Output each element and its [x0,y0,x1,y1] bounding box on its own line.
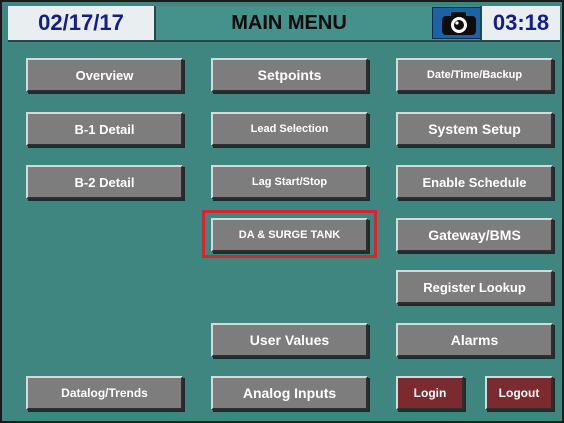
date-time-backup-button[interactable]: Date/Time/Backup [396,58,553,92]
overview-button[interactable]: Overview [26,58,183,92]
logout-button[interactable]: Logout [485,376,553,410]
b1-detail-button[interactable]: B-1 Detail [26,112,183,146]
lag-start-stop-button[interactable]: Lag Start/Stop [211,165,368,199]
page-title: MAIN MENU [231,12,347,34]
setpoints-button[interactable]: Setpoints [211,58,368,92]
register-lookup-button[interactable]: Register Lookup [396,270,553,304]
alarms-button[interactable]: Alarms [396,323,553,357]
hmi-screen: 02/17/17 MAIN MENU 03:18 Overview B-1 De… [0,0,564,423]
header-bar: 02/17/17 MAIN MENU 03:18 [8,6,560,42]
lead-selection-button[interactable]: Lead Selection [211,112,368,146]
enable-schedule-button[interactable]: Enable Schedule [396,165,553,199]
datalog-trends-button[interactable]: Datalog/Trends [26,376,183,410]
system-setup-button[interactable]: System Setup [396,112,553,146]
da-surge-tank-button[interactable]: DA & SURGE TANK [211,218,368,252]
time-display: 03:18 [480,6,560,40]
gateway-bms-button[interactable]: Gateway/BMS [396,218,553,252]
b2-detail-button[interactable]: B-2 Detail [26,165,183,199]
date-display: 02/17/17 [8,6,156,40]
camera-icon[interactable] [432,7,486,39]
analog-inputs-button[interactable]: Analog Inputs [211,376,368,410]
login-button[interactable]: Login [396,376,464,410]
user-values-button[interactable]: User Values [211,323,368,357]
